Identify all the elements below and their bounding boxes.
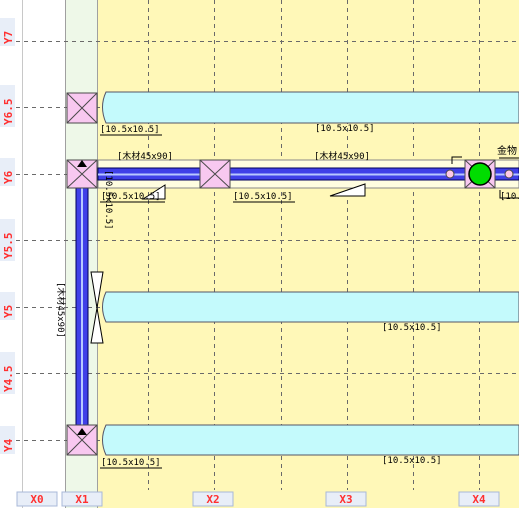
label-wood-vertical: [木材45x90] — [55, 282, 67, 338]
axis-y5.5[interactable]: Y5.5 — [2, 233, 15, 260]
label-section: [10.5x10.5] — [233, 192, 293, 202]
bolt-icon — [445, 169, 455, 179]
axis-y5[interactable]: Y5 — [2, 305, 15, 318]
label-section: [10.5x10.5] — [500, 192, 519, 202]
axis-y4.5[interactable]: Y4.5 — [2, 366, 15, 393]
beam-y5[interactable] — [102, 291, 519, 323]
label-hardware: 金物 — [497, 144, 517, 157]
axis-x0[interactable]: X0 — [30, 493, 43, 506]
post-x1-y6.5[interactable] — [66, 92, 98, 124]
post-x1-y4[interactable] — [66, 424, 98, 456]
beam-y4[interactable] — [102, 424, 519, 456]
hardware-circle-icon[interactable] — [468, 162, 492, 186]
post-x1-y6[interactable] — [66, 159, 98, 189]
axis-x2[interactable]: X2 — [206, 493, 219, 506]
joist-x1[interactable] — [75, 187, 89, 429]
axis-y7[interactable]: Y7 — [2, 31, 15, 44]
axis-x4[interactable]: X4 — [472, 493, 486, 506]
axis-x1[interactable]: X1 — [75, 493, 89, 506]
axis-x3[interactable]: X3 — [339, 493, 352, 506]
joist-y6[interactable] — [97, 167, 519, 181]
label-section: [10.5x10.5] — [382, 456, 442, 466]
label-section: [10.5x10.5] — [101, 458, 161, 468]
label-wood: [木材45x90] — [314, 150, 370, 162]
axis-y6.5[interactable]: Y6.5 — [2, 99, 15, 126]
label-section-vertical: [10.5x10.5] — [103, 170, 113, 230]
label-section: [10.5x10.5] — [100, 125, 160, 135]
beam-y6.5[interactable] — [102, 91, 519, 124]
bolt-icon — [504, 169, 514, 179]
label-wood: [木材45x90] — [117, 150, 173, 162]
label-section: [10.5x10.5] — [382, 323, 442, 333]
post-x2-y6[interactable] — [199, 159, 231, 189]
axis-y6[interactable]: Y6 — [2, 170, 15, 184]
cad-plan-view[interactable]: [10.5x10.5] [10.5x10.5] [木材45x90] [木材45x… — [0, 0, 519, 508]
axis-y4[interactable]: Y4 — [2, 438, 15, 452]
label-section: [10.5x10.5] — [315, 124, 375, 134]
